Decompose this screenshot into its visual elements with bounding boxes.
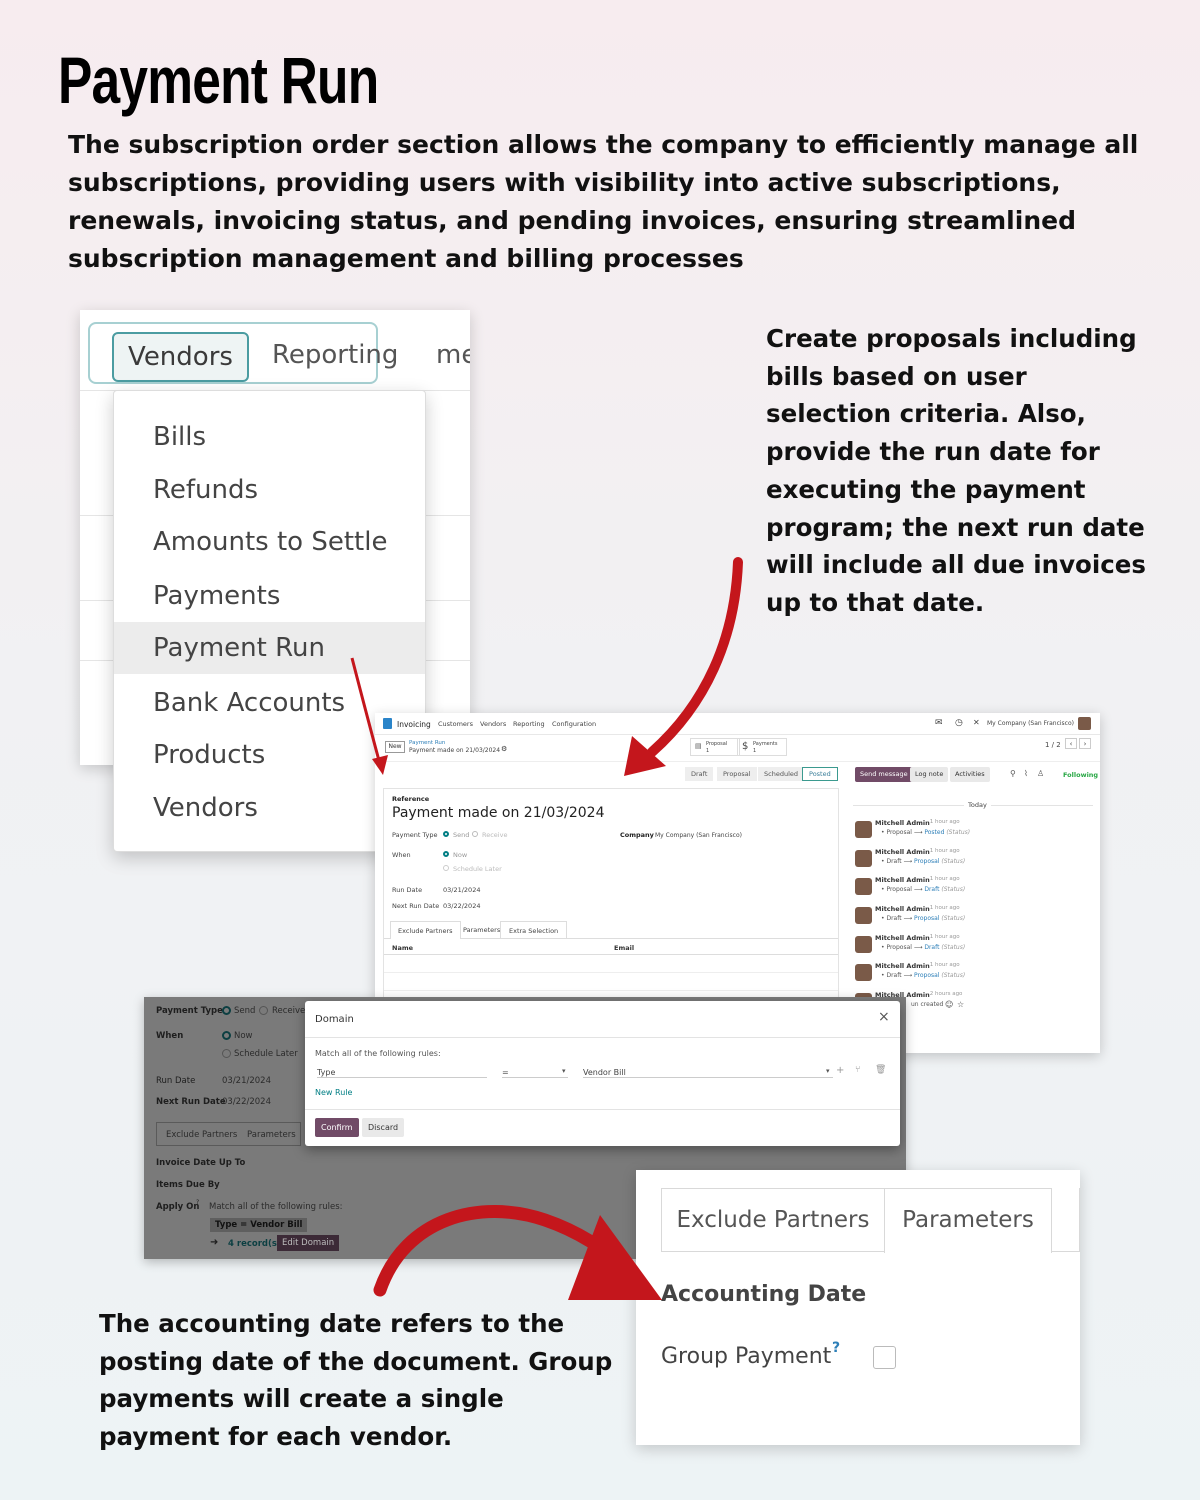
annotation-arrows (350, 557, 743, 1300)
arrow-to-parameters-icon (373, 1205, 662, 1300)
arrow-to-form-icon (350, 657, 388, 775)
arrow-to-form-header-icon (624, 557, 743, 776)
